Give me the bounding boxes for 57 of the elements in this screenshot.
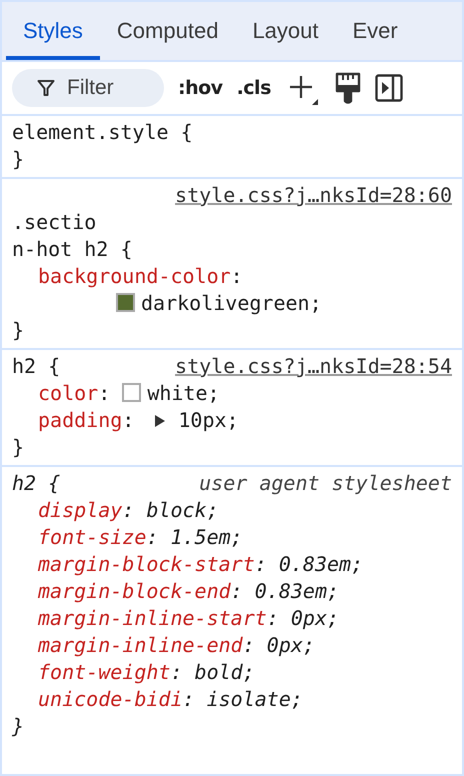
property-value: block; bbox=[146, 498, 219, 522]
expand-triangle-icon[interactable] bbox=[154, 414, 166, 428]
property-value: darkolivegreen; bbox=[141, 291, 322, 315]
colon: : bbox=[170, 660, 182, 684]
property-name: unicode-bidi bbox=[38, 687, 182, 711]
selector: h2 { bbox=[12, 353, 60, 380]
property-value: 0.83em; bbox=[254, 579, 340, 603]
colon: : bbox=[122, 408, 134, 432]
property-value: 0px; bbox=[266, 633, 315, 657]
colon: : bbox=[266, 606, 279, 630]
property-value: 0px; bbox=[290, 606, 340, 630]
selector: n-hot h2 { bbox=[12, 236, 132, 263]
property-name: color bbox=[38, 381, 98, 405]
color-swatch[interactable] bbox=[116, 293, 135, 312]
property-value: white; bbox=[147, 381, 220, 405]
colon: : bbox=[242, 633, 255, 657]
closing-brace: } bbox=[12, 317, 24, 344]
property-value: bold; bbox=[194, 660, 255, 684]
sidebar-toggle-icon[interactable] bbox=[374, 74, 403, 102]
paint-brush-icon[interactable] bbox=[334, 72, 361, 104]
property-value: isolate; bbox=[206, 687, 303, 711]
tab[interactable]: Computed bbox=[100, 2, 236, 60]
colon: : bbox=[254, 552, 267, 576]
hover-state-toggle[interactable]: :hov bbox=[178, 77, 223, 99]
property-name: padding bbox=[38, 408, 122, 432]
colon: : bbox=[122, 498, 134, 522]
filter-field[interactable]: Filter bbox=[12, 69, 164, 107]
property-value: 10px; bbox=[178, 408, 239, 432]
property-value: 1.5em; bbox=[170, 525, 243, 549]
tab[interactable]: Layout bbox=[235, 2, 336, 60]
source-label: user agent stylesheet bbox=[199, 470, 452, 497]
property-name: background-color bbox=[38, 264, 231, 288]
filter-icon bbox=[37, 79, 55, 97]
property-name: margin-block-end bbox=[38, 579, 231, 603]
colon: : bbox=[182, 687, 195, 711]
class-toggle[interactable]: .cls bbox=[236, 77, 271, 99]
tab[interactable]: Ever bbox=[336, 2, 415, 60]
property-name: margin-block-start bbox=[38, 552, 255, 576]
selector: .sectio bbox=[12, 209, 98, 236]
selector: h2 { bbox=[12, 470, 60, 497]
property-name: font-weight bbox=[38, 660, 170, 684]
color-swatch[interactable] bbox=[122, 383, 142, 402]
colon: : bbox=[230, 264, 243, 288]
closing-brace: } bbox=[12, 713, 24, 740]
source-link[interactable]: style.css?j…nksId=28:60 bbox=[175, 182, 452, 209]
property-value: 0.83em; bbox=[278, 552, 364, 576]
property-name: margin-inline-end bbox=[38, 633, 243, 657]
property-name: display bbox=[38, 498, 122, 522]
selector: element.style { bbox=[12, 119, 193, 146]
colon: : bbox=[98, 381, 110, 405]
property-name: font-size bbox=[38, 525, 146, 549]
closing-brace: } bbox=[12, 146, 24, 173]
property-name: margin-inline-start bbox=[38, 606, 267, 630]
source-link[interactable]: style.css?j…nksId=28:54 bbox=[175, 353, 452, 380]
closing-brace: } bbox=[12, 434, 24, 461]
colon: : bbox=[146, 525, 158, 549]
colon: : bbox=[230, 579, 243, 603]
